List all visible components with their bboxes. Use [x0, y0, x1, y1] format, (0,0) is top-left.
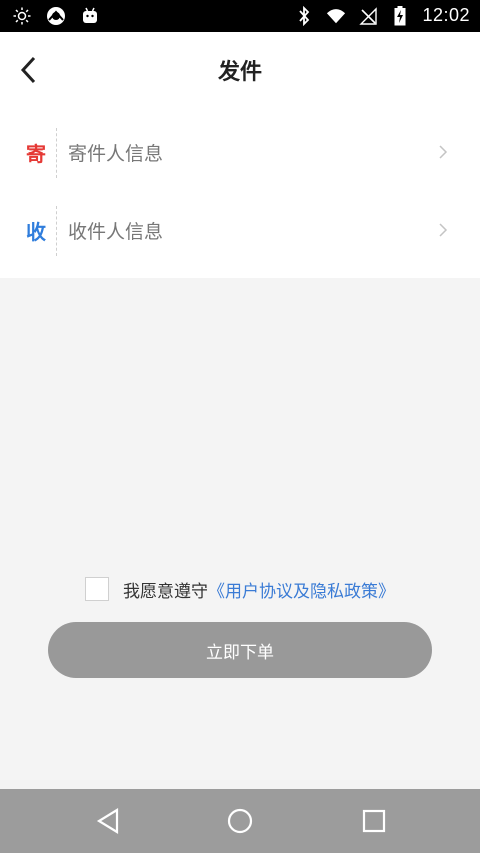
chevron-right-icon — [439, 223, 448, 237]
bluetooth-icon — [294, 5, 314, 26]
wifi-icon — [326, 6, 346, 26]
submit-order-button[interactable]: 立即下单 — [48, 622, 432, 678]
status-bar: 12:02 — [0, 0, 480, 32]
address-panel: 寄 寄件人信息 收 收件人信息 — [0, 108, 480, 278]
sender-tag: 寄 — [26, 141, 46, 166]
receiver-info-label: 收件人信息 — [68, 220, 164, 243]
receiver-info-row[interactable]: 收 收件人信息 — [0, 190, 480, 270]
back-triangle-icon — [96, 808, 119, 834]
agreement-checkbox[interactable] — [85, 577, 109, 601]
battery-charging-icon — [390, 5, 410, 26]
recents-square-icon — [362, 809, 386, 833]
receiver-tag: 收 — [26, 219, 46, 244]
nav-home-button[interactable] — [226, 807, 254, 835]
app-icon — [46, 6, 66, 26]
android-icon — [80, 6, 100, 26]
no-signal-icon — [358, 6, 378, 26]
chevron-right-icon — [439, 145, 448, 159]
brightness-icon — [12, 6, 32, 26]
sender-info-label: 寄件人信息 — [68, 142, 164, 165]
nav-back-button[interactable] — [94, 807, 122, 835]
clock: 12:02 — [422, 5, 470, 25]
navigation-bar — [0, 789, 480, 853]
divider — [56, 128, 57, 178]
back-button[interactable] — [10, 52, 46, 88]
chevron-left-icon — [20, 56, 36, 84]
agreement-row: 我愿意遵守 《用户协议及隐私政策》 — [0, 572, 480, 606]
sender-info-row[interactable]: 寄 寄件人信息 — [0, 112, 480, 192]
agreement-text: 我愿意遵守 — [123, 581, 208, 602]
policy-link[interactable]: 《用户协议及隐私政策》 — [208, 577, 395, 602]
divider — [56, 206, 57, 256]
header: 发件 — [0, 32, 480, 108]
home-circle-icon — [227, 808, 253, 834]
nav-recents-button[interactable] — [360, 807, 388, 835]
page-title: 发件 — [217, 60, 262, 85]
